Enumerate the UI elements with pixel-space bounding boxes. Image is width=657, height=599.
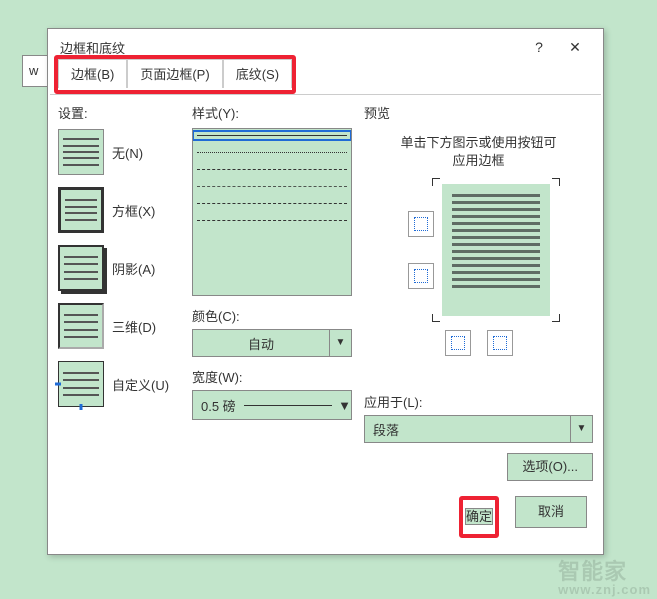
setting-box-label: 方框(X) bbox=[112, 201, 155, 220]
setting-3d-icon bbox=[58, 303, 104, 349]
apply-to-label: 应用于(L): bbox=[364, 392, 593, 411]
style-option-dash2[interactable] bbox=[197, 186, 347, 187]
apply-to-section: 应用于(L): 段落 ▼ bbox=[364, 382, 593, 443]
tab-border[interactable]: 边框(B) bbox=[58, 59, 127, 88]
tabbar: 边框(B) 页面边框(P) 底纹(S) bbox=[50, 65, 601, 95]
color-value: 自动 bbox=[193, 334, 329, 353]
setting-custom-icon bbox=[58, 361, 104, 407]
dialog-title: 边框和底纹 bbox=[60, 38, 521, 57]
preview-column: 预览 单击下方图示或使用按钮可应用边框 应用于 bbox=[364, 103, 593, 496]
style-option-dashdot[interactable] bbox=[197, 220, 347, 221]
width-sample-line bbox=[244, 405, 332, 406]
preview-bottom-buttons bbox=[364, 330, 593, 356]
preview-label: 预览 bbox=[364, 103, 593, 122]
setting-3d-label: 三维(D) bbox=[112, 317, 156, 336]
width-combo[interactable]: 0.5 磅 ▼ bbox=[192, 390, 352, 420]
settings-label: 设置: bbox=[58, 103, 180, 122]
setting-shadow[interactable]: 阴影(A) bbox=[58, 244, 180, 292]
setting-shadow-icon bbox=[58, 245, 104, 291]
width-value: 0.5 磅 bbox=[193, 396, 244, 415]
preview-page[interactable] bbox=[442, 184, 550, 316]
style-listbox[interactable] bbox=[192, 128, 352, 296]
preview-area bbox=[364, 184, 593, 316]
setting-custom[interactable]: 自定义(U) bbox=[58, 360, 180, 408]
border-bottom-toggle[interactable] bbox=[408, 263, 434, 289]
highlight-tabs: 边框(B) 页面边框(P) 底纹(S) bbox=[54, 55, 296, 94]
style-option-dotted[interactable] bbox=[197, 152, 347, 153]
border-left-toggle[interactable] bbox=[445, 330, 471, 356]
preview-note: 单击下方图示或使用按钮可应用边框 bbox=[364, 134, 593, 170]
tab-shading[interactable]: 底纹(S) bbox=[223, 59, 292, 88]
color-label: 颜色(C): bbox=[192, 306, 352, 325]
border-top-toggle[interactable] bbox=[408, 211, 434, 237]
close-button[interactable]: ✕ bbox=[557, 33, 593, 61]
highlight-ok: 确定 bbox=[459, 496, 499, 538]
setting-3d[interactable]: 三维(D) bbox=[58, 302, 180, 350]
tab-page-border[interactable]: 页面边框(P) bbox=[127, 59, 222, 88]
style-option-dashed[interactable] bbox=[197, 169, 347, 170]
setting-shadow-label: 阴影(A) bbox=[112, 259, 155, 278]
width-label: 宽度(W): bbox=[192, 367, 352, 386]
style-column: 样式(Y): 颜色(C): 自动 ▼ 宽度(W): 0.5 磅 ▼ bbox=[192, 103, 352, 496]
dialog-body: 设置: 无(N) 方框(X) 阴影(A) bbox=[48, 95, 603, 496]
setting-none[interactable]: 无(N) bbox=[58, 128, 180, 176]
style-label: 样式(Y): bbox=[192, 103, 352, 122]
setting-box-icon bbox=[58, 187, 104, 233]
chevron-down-icon: ▼ bbox=[338, 398, 351, 413]
cancel-button[interactable]: 取消 bbox=[515, 496, 587, 528]
borders-shading-dialog: 边框和底纹 ? ✕ 边框(B) 页面边框(P) 底纹(S) 设置: 无(N) 方… bbox=[47, 28, 604, 555]
dialog-footer: 确定 取消 bbox=[48, 496, 603, 554]
watermark: 智能家 www.znj.com bbox=[558, 554, 651, 597]
setting-none-icon bbox=[58, 129, 104, 175]
options-button[interactable]: 选项(O)... bbox=[507, 453, 593, 481]
border-right-toggle[interactable] bbox=[487, 330, 513, 356]
apply-to-value: 段落 bbox=[365, 420, 570, 439]
style-option-longdash[interactable] bbox=[197, 203, 347, 204]
setting-custom-label: 自定义(U) bbox=[112, 375, 169, 394]
style-option-solid[interactable] bbox=[197, 135, 347, 136]
help-button[interactable]: ? bbox=[521, 33, 557, 61]
color-combo[interactable]: 自动 ▼ bbox=[192, 329, 352, 357]
apply-to-combo[interactable]: 段落 ▼ bbox=[364, 415, 593, 443]
setting-box[interactable]: 方框(X) bbox=[58, 186, 180, 234]
settings-column: 设置: 无(N) 方框(X) 阴影(A) bbox=[58, 103, 180, 496]
ok-button[interactable]: 确定 bbox=[465, 508, 493, 525]
setting-none-label: 无(N) bbox=[112, 143, 143, 162]
chevron-down-icon: ▼ bbox=[329, 330, 351, 356]
chevron-down-icon: ▼ bbox=[570, 416, 592, 442]
